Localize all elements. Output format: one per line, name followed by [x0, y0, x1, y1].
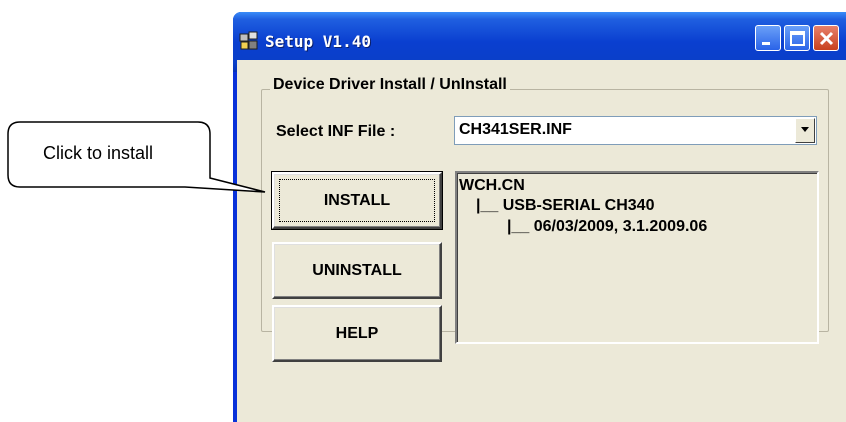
callout-balloon — [7, 121, 266, 193]
callout-text: Click to install — [43, 143, 154, 163]
